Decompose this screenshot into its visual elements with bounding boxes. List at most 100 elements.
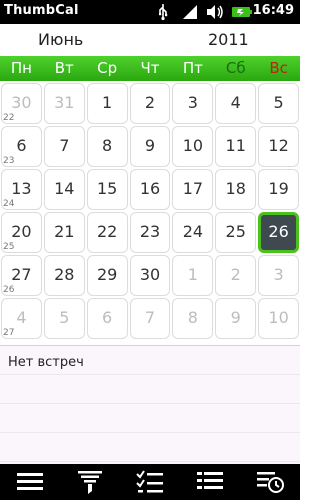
weekday-bar: Пн Вт Ср Чт Пт Сб Вс [0, 56, 300, 81]
day-number: 24 [182, 222, 204, 241]
day-cell[interactable]: 10 [258, 298, 300, 339]
day-cell[interactable]: 9 [215, 298, 257, 339]
day-cell[interactable]: 31 [43, 83, 85, 124]
day-cell[interactable]: 11 [215, 126, 257, 167]
day-cell[interactable]: 14 [43, 169, 85, 210]
day-number: 8 [102, 136, 113, 155]
day-number: 14 [54, 179, 75, 198]
weekday-sat: Сб [225, 59, 246, 77]
day-number: 6 [102, 308, 113, 327]
volume-icon [207, 5, 223, 19]
day-cell[interactable]: 5 [43, 298, 85, 339]
week-number: 26 [3, 285, 15, 295]
day-cell[interactable]: 23 [129, 212, 171, 253]
day-number: 3 [273, 265, 284, 284]
day-number: 5 [273, 93, 284, 112]
day-cell[interactable]: 16 [129, 169, 171, 210]
battery-icon [232, 7, 252, 17]
day-number: 2 [144, 93, 156, 112]
day-number: 28 [54, 265, 75, 284]
day-number: 9 [230, 308, 241, 327]
day-cell[interactable]: 21 [43, 212, 85, 253]
day-cell[interactable]: 5 [258, 83, 300, 124]
day-number: 22 [96, 222, 118, 241]
year-label[interactable]: 2011 [208, 30, 249, 49]
day-cell[interactable]: 20 25 [1, 212, 42, 253]
day-cell[interactable]: 30 22 [1, 83, 42, 124]
weekday-wed: Ср [97, 59, 118, 77]
week-row: 30 22 31 1 2 3 4 5 [0, 82, 300, 125]
month-label[interactable]: Июнь [38, 30, 83, 49]
day-number: 5 [59, 308, 70, 327]
weekday-thu: Чт [140, 59, 160, 77]
day-number: 6 [16, 136, 27, 155]
day-cell[interactable]: 6 23 [1, 126, 42, 167]
day-number: 30 [11, 93, 32, 112]
day-cell-today[interactable]: 26 [258, 212, 300, 253]
day-number: 31 [54, 93, 75, 112]
day-cell[interactable]: 7 [129, 298, 171, 339]
day-cell[interactable]: 8 [86, 126, 128, 167]
day-number: 1 [187, 265, 198, 284]
history-button[interactable] [250, 467, 290, 497]
day-number: 27 [11, 265, 32, 284]
week-number: 24 [3, 199, 15, 209]
day-cell[interactable]: 27 26 [1, 255, 42, 296]
day-number: 3 [187, 93, 198, 112]
day-number: 29 [96, 265, 118, 284]
day-cell[interactable]: 28 [43, 255, 85, 296]
day-cell[interactable]: 25 [215, 212, 257, 253]
usb-icon [159, 4, 168, 21]
day-cell[interactable]: 4 [215, 83, 257, 124]
weekday-mon: Пн [10, 59, 32, 77]
day-cell[interactable]: 10 [172, 126, 214, 167]
week-row: 20 25 21 22 23 24 25 26 [0, 211, 300, 254]
events-panel[interactable]: Нет встреч [0, 345, 300, 465]
day-number: 25 [225, 222, 246, 241]
clock: 16:49 [252, 3, 294, 18]
day-number: 20 [11, 222, 32, 241]
day-number: 26 [268, 222, 289, 241]
weekday-fri: Пт [182, 59, 203, 77]
bottom-toolbar [0, 464, 300, 500]
menu-button[interactable] [10, 467, 50, 497]
day-cell[interactable]: 12 [258, 126, 300, 167]
day-cell[interactable]: 30 [129, 255, 171, 296]
tasks-icon [136, 470, 163, 493]
day-number: 30 [139, 265, 161, 284]
day-number: 8 [187, 308, 198, 327]
day-cell[interactable]: 1 [172, 255, 214, 296]
day-cell[interactable]: 3 [172, 83, 214, 124]
day-number: 18 [225, 179, 246, 198]
tasks-button[interactable] [130, 467, 170, 497]
day-cell[interactable]: 9 [129, 126, 171, 167]
day-number: 4 [230, 93, 241, 112]
day-cell[interactable]: 29 [86, 255, 128, 296]
status-bar: ThumbCal 16:49 [0, 0, 300, 24]
day-cell[interactable]: 24 [172, 212, 214, 253]
day-cell[interactable]: 1 [86, 83, 128, 124]
day-cell[interactable]: 7 [43, 126, 85, 167]
filter-button[interactable] [70, 467, 110, 497]
week-number: 22 [3, 113, 15, 123]
day-cell[interactable]: 2 [129, 83, 171, 124]
day-number: 23 [139, 222, 161, 241]
day-cell[interactable]: 3 [258, 255, 300, 296]
day-number: 16 [139, 179, 161, 198]
week-row: 13 24 14 15 16 17 18 19 [0, 168, 300, 211]
day-cell[interactable]: 8 [172, 298, 214, 339]
day-number: 4 [16, 308, 27, 327]
day-cell[interactable]: 4 27 [1, 298, 42, 339]
day-cell[interactable]: 19 [258, 169, 300, 210]
day-cell[interactable]: 15 [86, 169, 128, 210]
day-number: 10 [268, 308, 289, 327]
day-cell[interactable]: 6 [86, 298, 128, 339]
day-cell[interactable]: 18 [215, 169, 257, 210]
day-cell[interactable]: 2 [215, 255, 257, 296]
day-cell[interactable]: 22 [86, 212, 128, 253]
day-cell[interactable]: 17 [172, 169, 214, 210]
day-number: 2 [230, 265, 241, 284]
list-button[interactable] [190, 467, 230, 497]
day-cell[interactable]: 13 24 [1, 169, 42, 210]
filter-icon [78, 471, 102, 494]
